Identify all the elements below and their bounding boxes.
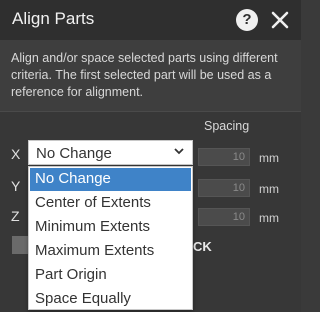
spacing-header: Spacing: [204, 119, 250, 133]
y-unit-label: mm: [259, 182, 279, 196]
z-spacing-input[interactable]: 10: [198, 208, 250, 226]
close-icon[interactable]: [268, 8, 292, 32]
x-alignment-value: No Change: [36, 145, 112, 162]
x-alignment-dropdown: No Change Center of Extents Minimum Exte…: [28, 166, 193, 310]
align-parts-dialog: Align Parts ? Align and/or space selecte…: [0, 0, 301, 312]
help-icon[interactable]: ?: [236, 9, 258, 31]
title-bar: Align Parts ?: [0, 0, 301, 40]
x-unit-label: mm: [259, 151, 279, 165]
x-spacing-input[interactable]: 10: [198, 148, 250, 166]
description-area: Align and/or space selected parts using …: [0, 40, 301, 112]
z-unit-label: mm: [259, 211, 279, 225]
axis-label-z: Z: [11, 208, 20, 224]
dialog-title: Align Parts: [12, 9, 95, 28]
option-minimum-extents[interactable]: Minimum Extents: [30, 216, 191, 239]
chevron-down-icon: [174, 148, 184, 155]
option-maximum-extents[interactable]: Maximum Extents: [30, 240, 191, 263]
y-spacing-input[interactable]: 10: [198, 179, 250, 197]
option-no-change[interactable]: No Change: [30, 168, 191, 191]
option-center-of-extents[interactable]: Center of Extents: [30, 192, 191, 215]
action-button-partial[interactable]: CK: [193, 239, 212, 254]
option-part-origin[interactable]: Part Origin: [30, 264, 191, 287]
description-text: Align and/or space selected parts using …: [11, 51, 278, 99]
option-space-equally[interactable]: Space Equally: [30, 288, 191, 311]
axis-label-x: X: [11, 146, 21, 162]
x-alignment-select[interactable]: No Change: [28, 140, 193, 165]
axis-label-y: Y: [11, 178, 21, 194]
